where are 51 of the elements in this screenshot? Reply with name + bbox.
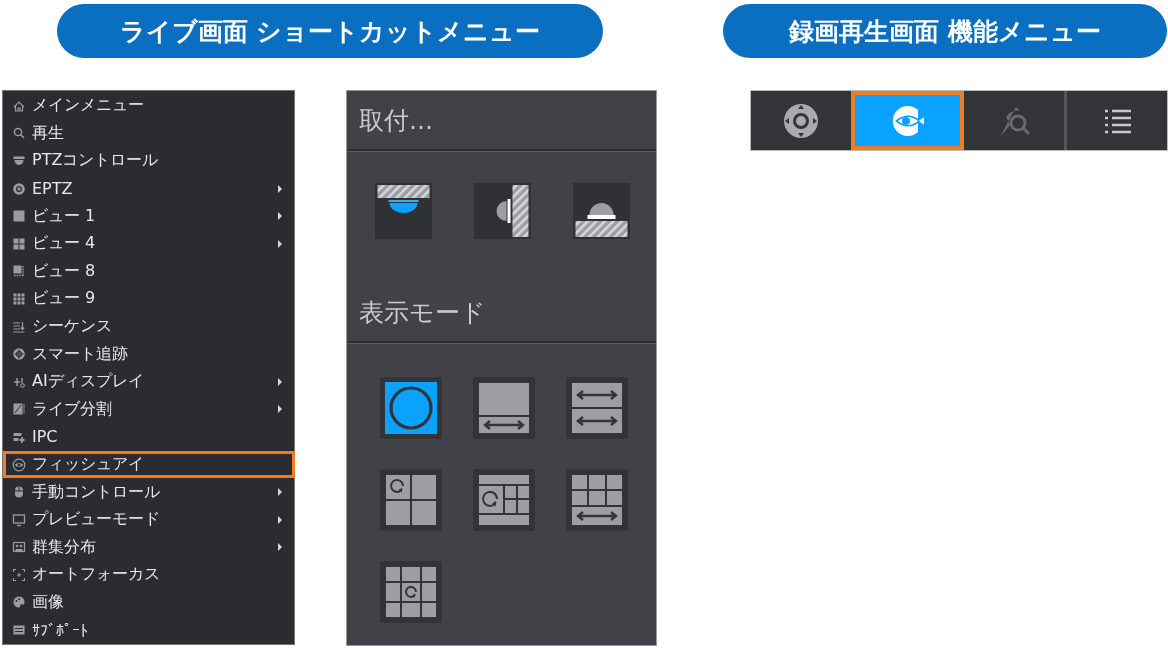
settings-panel-icon [12,623,26,638]
multi-rotate-view-icon[interactable] [473,469,535,531]
section-heading: 表示モード [347,283,656,343]
mouse-icon [12,485,26,500]
eye-icon [12,457,26,472]
split-view-icon [12,402,26,417]
menu-item[interactable]: ｻﾌﾞﾎﾟｰﾄ [3,616,295,644]
focus-icon [12,567,26,582]
menu-item[interactable]: プレビューモード [3,505,295,534]
dome-camera-icon [12,154,26,168]
menu-item[interactable]: スマート追跡 [3,340,295,368]
menu-item[interactable]: AIディスプレイ [3,367,295,396]
menu-item[interactable]: IPC [3,423,295,451]
menu-item[interactable]: 画像 [3,588,295,617]
menu-item[interactable]: ビュー 4 [3,229,295,258]
monitor-icon [12,512,26,527]
wall-mount-icon[interactable] [474,183,531,239]
menu-item[interactable]: PTZコントロール [3,147,295,175]
menu-item[interactable]: オートフォーカス [3,561,295,589]
crowd-icon [12,540,26,555]
double-panorama-icon[interactable] [566,377,628,439]
section-title: 録画再生画面 機能メニュー [723,4,1167,58]
ground-mount-icon[interactable] [573,183,630,239]
joystick-icon [12,181,26,196]
quad-view-icon [12,236,26,251]
menu-item[interactable]: フィッシュアイ [3,450,295,479]
quad-rotate-view-icon[interactable] [380,469,442,531]
panorama-view-icon[interactable] [473,377,535,439]
ceiling-mount-icon[interactable] [375,183,432,239]
grid-panorama-view-icon[interactable] [566,469,628,531]
nine-view-icon [12,291,26,306]
menu-item[interactable]: ビュー 1 [3,202,295,230]
menu-item[interactable]: ビュー 9 [3,285,295,313]
palette-icon [12,595,26,610]
menu-item[interactable]: ビュー 8 [3,257,295,286]
menu-item[interactable]: 群集分布 [3,533,295,562]
circle-view-icon[interactable] [380,377,442,439]
sequence-icon [12,319,26,334]
menu-item[interactable]: 再生 [3,119,295,148]
target-icon [12,347,26,362]
menu-item[interactable]: ライブ分割 [3,395,295,424]
single-view-icon [12,209,26,224]
menu-item[interactable]: シーケンス [3,312,295,341]
menu-item[interactable]: EPTZ [3,174,295,203]
nine-rotate-view-icon[interactable] [380,561,442,623]
menu-item[interactable]: 手動コントロール [3,478,295,506]
section-heading: 取付... [347,91,656,151]
section-title: ライブ画面 ショートカットメニュー [57,4,603,58]
search-icon [12,126,26,141]
eight-view-icon [12,264,26,279]
menu-item[interactable]: メインメニュー [3,92,295,120]
